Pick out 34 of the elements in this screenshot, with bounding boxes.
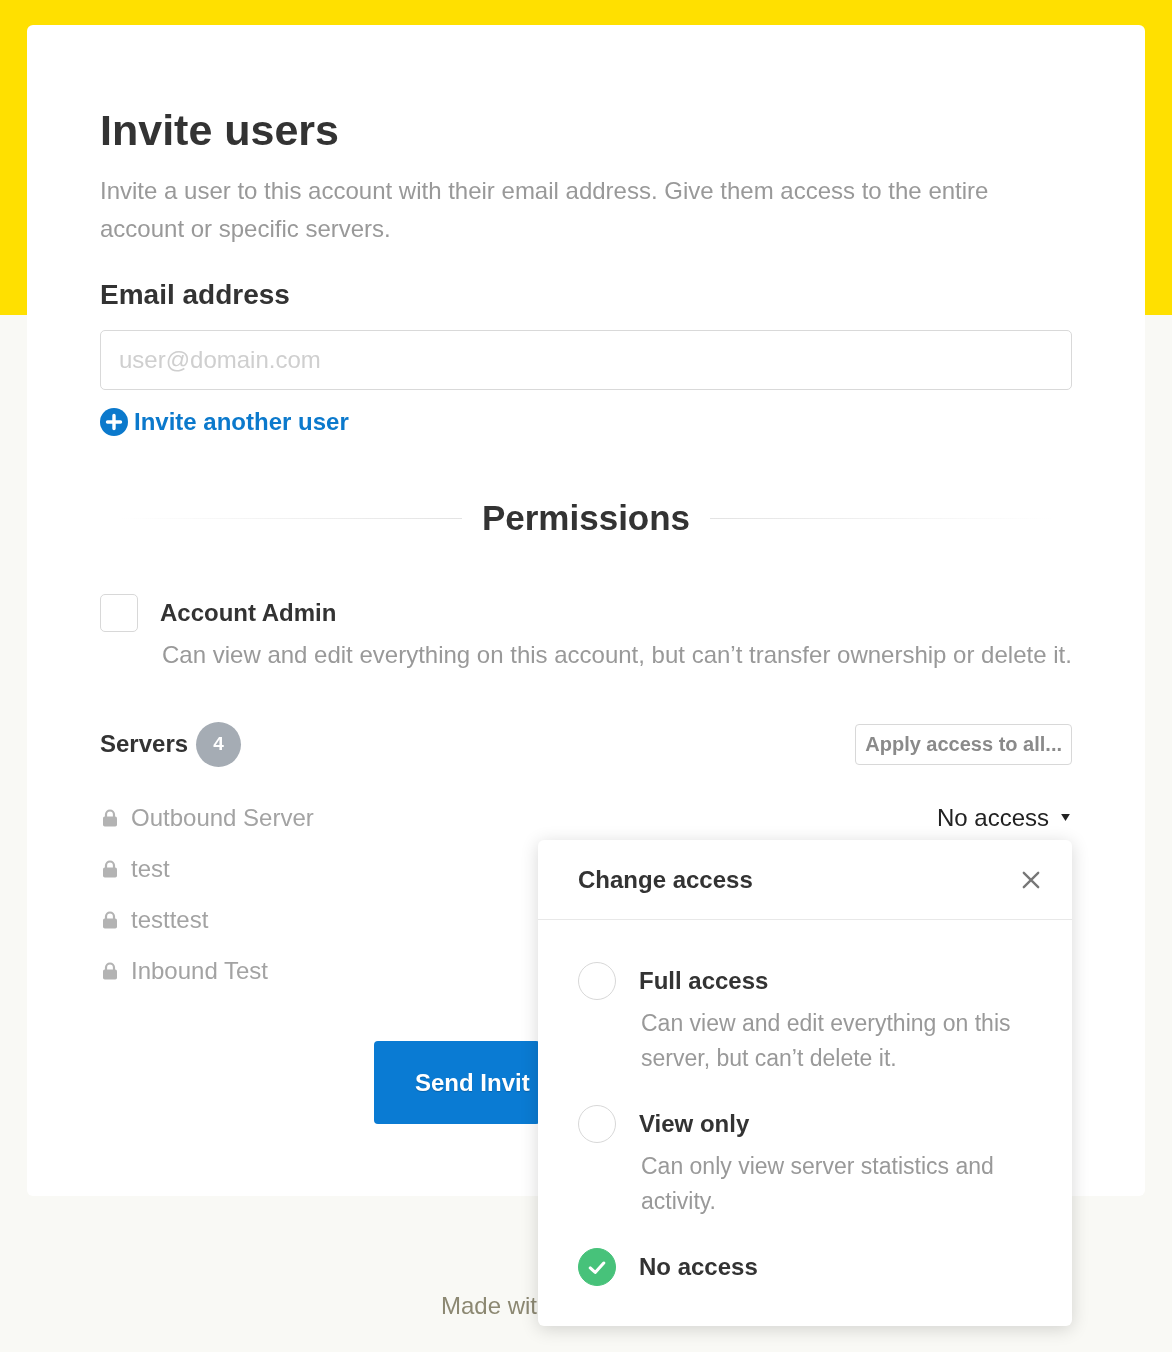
- option-label: Full access: [639, 966, 769, 996]
- option-description: Can view and edit everything on this server, but can’t delete it.: [641, 1009, 1012, 1073]
- popover-title: Change access: [578, 865, 753, 894]
- radio-button[interactable]: [578, 1248, 616, 1286]
- radio-button[interactable]: [578, 1105, 616, 1143]
- checkbox[interactable]: [100, 594, 138, 632]
- caret-icon: [1061, 814, 1070, 821]
- footer-text: Made wit: [441, 1291, 538, 1321]
- radio-button[interactable]: [578, 962, 616, 1000]
- apply-access-button[interactable]: Apply access to all...: [855, 723, 1072, 765]
- check-icon: [588, 1259, 606, 1275]
- count-badge: 4: [196, 721, 242, 767]
- lock-icon: [102, 910, 118, 929]
- option-description: Can only view server statistics and activity.: [641, 1152, 995, 1216]
- option-label: No access: [639, 1252, 758, 1282]
- send-invite-button[interactable]: Send Invit: [374, 1041, 540, 1124]
- plus-icon: [100, 408, 128, 436]
- section-heading: Permissions: [481, 497, 691, 539]
- lock-icon: [102, 961, 118, 980]
- close-icon[interactable]: [1022, 870, 1040, 889]
- server-name: test: [131, 854, 170, 883]
- lock-icon: [102, 859, 118, 878]
- server-name: testtest: [131, 905, 209, 934]
- lock-icon: [102, 808, 118, 827]
- server-name: Outbound Server: [131, 803, 314, 832]
- field-label: Email address: [100, 278, 290, 312]
- option-label: Account Admin: [160, 598, 337, 628]
- page-description: Invite a user to this account with their email address. Give them access to the entire account or specific servers.: [100, 176, 990, 244]
- server-name: Inbound Test: [131, 956, 268, 985]
- option-label: View only: [639, 1109, 750, 1139]
- section-heading: Servers: [100, 730, 189, 758]
- access-dropdown[interactable]: No access: [936, 803, 1072, 832]
- option-description: Can view and edit everything on this account, but can’t transfer ownership or delete it.: [162, 640, 1072, 670]
- page-title: Invite users: [100, 105, 339, 155]
